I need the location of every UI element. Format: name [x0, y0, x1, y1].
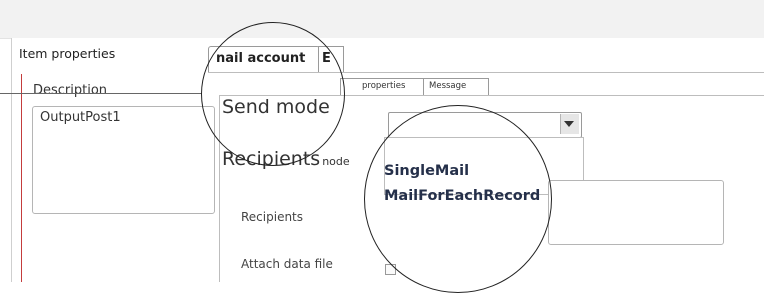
option-singlemail[interactable]: SingleMail — [384, 163, 469, 179]
send-mode-label: Send mode — [222, 96, 330, 118]
recipients-mode-label: Recipients node — [222, 148, 350, 170]
subtab-message-label: Message — [429, 81, 467, 91]
tab-e[interactable]: E — [318, 46, 344, 73]
callout-leader-line — [0, 93, 202, 94]
recipients-input[interactable] — [548, 180, 724, 245]
option-mailforeachrecord[interactable]: MailForEachRecord — [384, 188, 540, 204]
recipients-label: Recipients — [241, 210, 304, 224]
checkbox-icon[interactable] — [385, 264, 396, 275]
tab-content-border — [219, 96, 220, 282]
subtab-properties-label: properties — [362, 81, 406, 91]
window-top-bar — [0, 0, 764, 39]
recipients-mode-label-main: Recipients — [222, 148, 321, 170]
description-label: Description — [33, 83, 108, 98]
send-mode-dropdown-button[interactable] — [560, 114, 579, 134]
tab-e-label: E — [322, 51, 331, 66]
subtab-properties[interactable]: properties — [340, 78, 424, 96]
tab-mail-account[interactable]: nail account — [208, 46, 320, 73]
panel-title: Item properties — [19, 46, 116, 61]
chevron-down-icon — [564, 121, 574, 127]
subtab-message[interactable]: Message — [423, 78, 489, 96]
tab-mail-account-label: nail account — [216, 51, 306, 66]
required-indicator-line — [21, 74, 22, 282]
recipients-mode-label-suffix: node — [322, 155, 350, 168]
tab-strip-divider — [208, 72, 764, 73]
description-value: OutputPost1 — [40, 110, 121, 125]
attach-data-file-label: Attach data file — [241, 257, 333, 271]
send-mode-select[interactable] — [388, 112, 582, 138]
